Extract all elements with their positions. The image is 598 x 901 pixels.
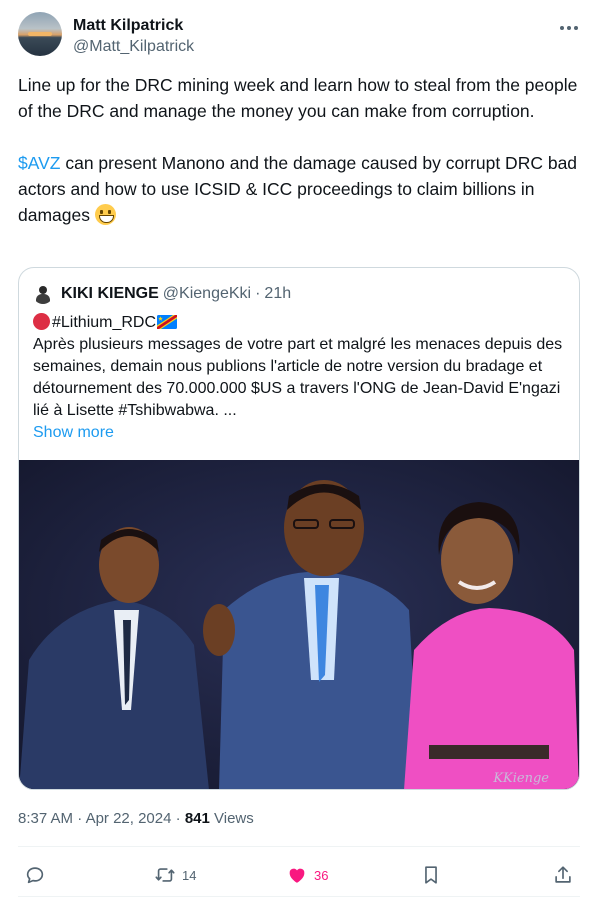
retweet-count: 14 (182, 867, 197, 883)
red-circle-icon (33, 313, 50, 330)
quoted-author-name: KIKI KIENGE (61, 285, 159, 302)
quoted-tweet-header: KIKI KIENGE @KiengeKki · 21h (33, 284, 291, 304)
tweet-paragraph-2: $AVZ can present Manono and the damage c… (18, 150, 582, 228)
like-count: 36 (314, 867, 329, 883)
quoted-timestamp: 21h (264, 285, 292, 302)
cashtag-link[interactable]: $AVZ (18, 153, 60, 173)
bookmark-icon (425, 866, 437, 884)
share-button[interactable] (552, 863, 574, 887)
drc-flag-icon (157, 315, 178, 329)
tweet-paragraph-1: Line up for the DRC mining week and lear… (18, 75, 578, 121)
author-handle[interactable]: @Matt_Kilpatrick (73, 37, 194, 57)
divider (18, 896, 580, 897)
tweet-text: Line up for the DRC mining week and lear… (18, 72, 582, 228)
views-count: 841 (184, 810, 210, 827)
tweet-time[interactable]: 8:37 AM (18, 810, 73, 827)
quoted-hashtag-line: #Lithium_RDC (33, 312, 563, 334)
quoted-hashtag[interactable]: #Lithium_RDC (52, 314, 156, 331)
retweet-button[interactable]: 14 (154, 863, 196, 887)
like-button[interactable]: 36 (286, 863, 328, 887)
views-label: Views (209, 810, 254, 827)
tweet-date[interactable]: Apr 22, 2024 (86, 810, 172, 827)
divider (18, 846, 580, 847)
share-icon (555, 866, 571, 883)
show-more-link[interactable]: Show more (33, 422, 563, 444)
quoted-separator: · (255, 285, 261, 302)
quoted-photo[interactable]: KKienge (19, 460, 579, 789)
tweet-header: Matt Kilpatrick @Matt_Kilpatrick (18, 12, 584, 60)
tweet-meta: 8:37 AM · Apr 22, 2024 · 841 Views (18, 809, 254, 829)
reply-button[interactable] (24, 863, 52, 887)
quoted-author-handle: @KiengeKki (162, 285, 252, 302)
more-icon[interactable] (558, 20, 580, 36)
retweet-icon (155, 868, 175, 882)
quoted-tweet[interactable]: KIKI KIENGE @KiengeKki · 21h #Lithium_RD… (18, 267, 580, 790)
heart-icon (289, 868, 305, 883)
bookmark-button[interactable] (420, 863, 442, 887)
quoted-avatar (33, 284, 53, 304)
reply-icon (26, 867, 44, 884)
meta-separator: · (171, 810, 185, 827)
grinning-face-icon (94, 204, 116, 225)
author-name[interactable]: Matt Kilpatrick (73, 16, 183, 36)
action-bar: 14 36 (18, 855, 582, 895)
photo-watermark: KKienge (493, 771, 549, 786)
quoted-body: Après plusieurs messages de votre part e… (33, 336, 563, 419)
photo-illustration (19, 460, 579, 789)
meta-separator: · (73, 810, 86, 827)
avatar[interactable] (18, 12, 62, 56)
quoted-tweet-text: #Lithium_RDC Après plusieurs messages de… (33, 312, 563, 444)
